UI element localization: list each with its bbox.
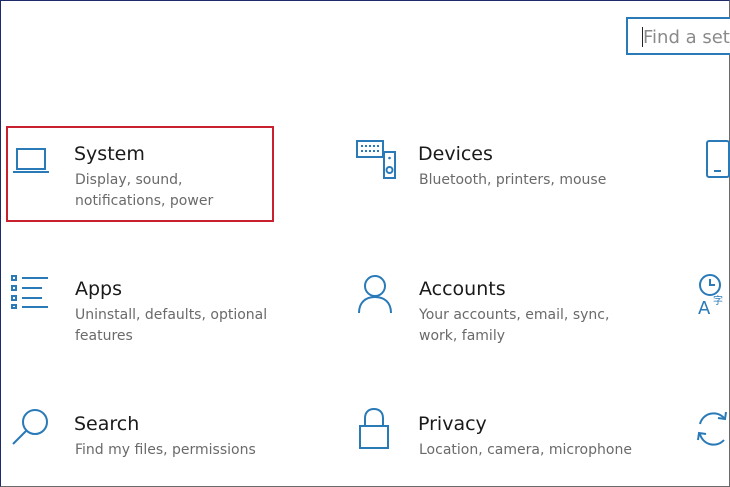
privacy-title: Privacy (418, 413, 487, 435)
devices-desc: Bluetooth, printers, mouse (419, 172, 607, 188)
accounts-title: Accounts (419, 278, 506, 300)
search-icon (12, 409, 48, 445)
update-icon[interactable] (696, 404, 730, 448)
person-icon (358, 275, 392, 314)
devices-title: Devices (418, 143, 493, 165)
svg-text:A: A (698, 298, 711, 316)
settings-item-privacy[interactable]: Privacy Location, camera, microphone (345, 400, 645, 480)
lock-icon (359, 407, 389, 449)
search-desc: Find my files, permissions (75, 442, 256, 458)
settings-item-apps[interactable]: Apps Uninstall, defaults, optional featu… (0, 265, 280, 355)
settings-item-devices[interactable]: Devices Bluetooth, printers, mouse (345, 130, 645, 220)
apps-desc: Uninstall, defaults, optional features (75, 307, 268, 344)
search-title: Search (74, 413, 140, 435)
apps-title: Apps (75, 278, 123, 300)
svg-text:字: 字 (713, 294, 723, 307)
time-language-icon[interactable]: A 字 (696, 272, 730, 316)
search-input[interactable]: Find a sett (626, 17, 730, 55)
accounts-desc: Your accounts, email, sync, work, family (419, 307, 610, 344)
search-placeholder: Find a sett (643, 27, 730, 48)
keyboard-speaker-icon (356, 140, 396, 179)
settings-item-search[interactable]: Search Find my files, permissions (0, 400, 280, 480)
privacy-desc: Location, camera, microphone (419, 442, 632, 458)
apps-list-icon (11, 275, 48, 309)
settings-item-accounts[interactable]: Accounts Your accounts, email, sync, wor… (345, 265, 645, 355)
phone-icon[interactable] (704, 138, 730, 180)
highlight-box (6, 126, 274, 222)
